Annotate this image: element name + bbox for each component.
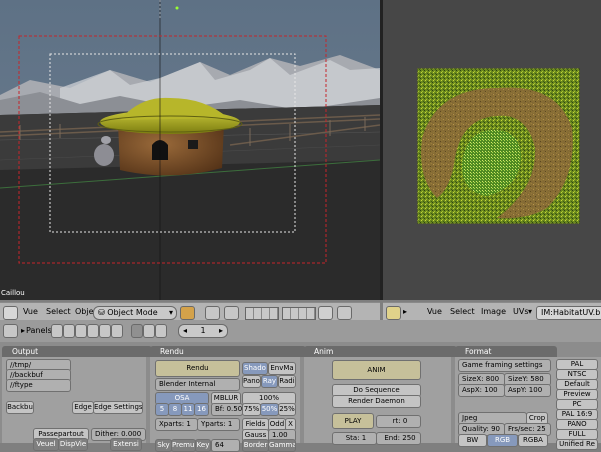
layer-buttons-group-1[interactable]	[245, 307, 279, 320]
img-menu-image[interactable]: Image	[481, 306, 506, 318]
aspy-field[interactable]: AspY: 100	[504, 384, 551, 397]
editing-icon[interactable]	[99, 324, 111, 338]
anim-button[interactable]: ANIM	[332, 360, 421, 380]
chevron-down-icon: ▾	[168, 308, 173, 317]
envmap-toggle[interactable]: EnvMa	[268, 362, 296, 375]
render-icon[interactable]	[131, 324, 143, 338]
backbuf-toggle[interactable]: Backbu	[6, 401, 34, 414]
object-icon[interactable]	[87, 324, 99, 338]
rendu-panel-title[interactable]: Rendu	[150, 346, 306, 357]
color-rgb-toggle[interactable]: RGB	[487, 434, 518, 447]
uv-texture-image	[417, 68, 580, 224]
edge-settings-button[interactable]: Edge Settings	[93, 401, 143, 414]
draw-type-icon[interactable]	[180, 306, 195, 320]
image-editor-type-icon[interactable]	[386, 306, 401, 320]
border-toggle[interactable]: Border	[242, 439, 269, 452]
osa-5[interactable]: 5	[155, 403, 169, 416]
veuel-button[interactable]: Veuel	[33, 438, 59, 451]
extensions-button[interactable]: Extensi	[110, 438, 142, 451]
layer-buttons-group-2[interactable]	[282, 307, 316, 320]
radio-toggle[interactable]: Radi	[278, 375, 296, 388]
page-value: 1	[200, 326, 206, 335]
output-panel-title[interactable]: Output	[2, 346, 152, 357]
render-panels-area: Output //tmp/ //backbuf //ftype Backbu E…	[0, 342, 601, 452]
scene-page-field[interactable]: ◂ 1 ▸	[178, 324, 228, 338]
active-object-label: Caillou	[1, 289, 25, 297]
editor-type-icon[interactable]	[3, 306, 18, 320]
buttons-window-header: ▸ Panels ◂ 1 ▸	[0, 320, 601, 342]
osa-11[interactable]: 11	[181, 403, 195, 416]
view-rotate-icon[interactable]	[205, 306, 220, 320]
pivot-icon[interactable]	[224, 306, 239, 320]
3d-viewport[interactable]: Caillou	[0, 0, 380, 300]
chevron-icon: ▸	[21, 326, 26, 335]
edge-toggle[interactable]: Edge	[72, 401, 94, 414]
renderer-select[interactable]: Blender Internal	[155, 378, 240, 391]
game-framing-button[interactable]: Game framing settings	[458, 359, 551, 372]
script-icon[interactable]	[63, 324, 75, 338]
end-frame-field[interactable]: End: 250	[376, 432, 421, 445]
aspx-field[interactable]: AspX: 100	[458, 384, 505, 397]
sky-toggle[interactable]: Sky	[155, 439, 172, 452]
viewport-scene	[0, 0, 380, 300]
size-75-toggle[interactable]: 75%	[242, 403, 261, 416]
mode-select-label: Object Mode	[107, 308, 158, 317]
bf-field[interactable]: Bf: 0.50	[211, 403, 243, 416]
image-name-field[interactable]: IM:HabitatUV.b	[536, 306, 601, 320]
yparts-field[interactable]: Yparts: 1	[197, 418, 240, 431]
menu-vue[interactable]: Vue	[23, 306, 38, 318]
chevron-right-icon[interactable]: ▸	[219, 325, 223, 337]
gamma-toggle[interactable]: Gamma	[268, 439, 296, 452]
start-frame-field[interactable]: Sta: 1	[332, 432, 377, 445]
ray-toggle[interactable]: Ray	[261, 375, 278, 388]
logic-icon[interactable]	[51, 324, 63, 338]
render-daemon-toggle[interactable]: Render Daemon	[332, 395, 421, 408]
shading-icon[interactable]	[75, 324, 87, 338]
osa-16[interactable]: 16	[194, 403, 209, 416]
anim-panel-title[interactable]: Anim	[304, 346, 457, 357]
chevron-icon: ▾	[528, 307, 533, 316]
menu-select[interactable]: Select	[46, 306, 71, 318]
dispview-button[interactable]: DispVie	[58, 438, 88, 451]
render-preview-icon[interactable]	[337, 306, 352, 320]
img-menu-select[interactable]: Select	[450, 306, 475, 318]
lock-icon[interactable]	[318, 306, 333, 320]
shadow-toggle[interactable]: Shado	[242, 362, 268, 375]
img-menu-vue[interactable]: Vue	[427, 306, 442, 318]
premul-toggle[interactable]: Premul	[171, 439, 196, 452]
osa-8[interactable]: 8	[168, 403, 182, 416]
img-menu-uvs[interactable]: UVs	[513, 306, 529, 318]
buttons-editor-icon[interactable]	[3, 324, 18, 338]
panels-label: Panels	[26, 326, 52, 335]
anim-playback-icon[interactable]	[143, 324, 155, 338]
chevron-icon: ▸	[403, 307, 408, 316]
render-button[interactable]: Rendu	[155, 360, 240, 377]
depth-field[interactable]: 64	[211, 439, 240, 452]
rt-field[interactable]: rt: 0	[376, 415, 421, 428]
size-50-toggle[interactable]: 50%	[260, 403, 279, 416]
sound-icon[interactable]	[155, 324, 167, 338]
play-button[interactable]: PLAY	[332, 413, 374, 429]
chevron-left-icon[interactable]: ◂	[183, 325, 187, 337]
preset-unified-renderer[interactable]: Unified Re	[556, 439, 598, 450]
format-panel-title[interactable]: Format	[455, 346, 557, 357]
key-toggle[interactable]: Key	[195, 439, 211, 452]
color-rgba-toggle[interactable]: RGBA	[518, 434, 548, 447]
xparts-field[interactable]: Xparts: 1	[155, 418, 198, 431]
scene-icon[interactable]	[111, 324, 123, 338]
mode-select[interactable]: ⛁ Object Mode ▾	[93, 306, 177, 320]
size-25-toggle[interactable]: 25%	[278, 403, 296, 416]
object-mode-icon: ⛁	[98, 308, 108, 317]
pano-toggle[interactable]: Pano	[242, 375, 261, 388]
ftype-path-field[interactable]: //ftype	[6, 379, 71, 392]
color-bw-toggle[interactable]: BW	[458, 434, 487, 447]
